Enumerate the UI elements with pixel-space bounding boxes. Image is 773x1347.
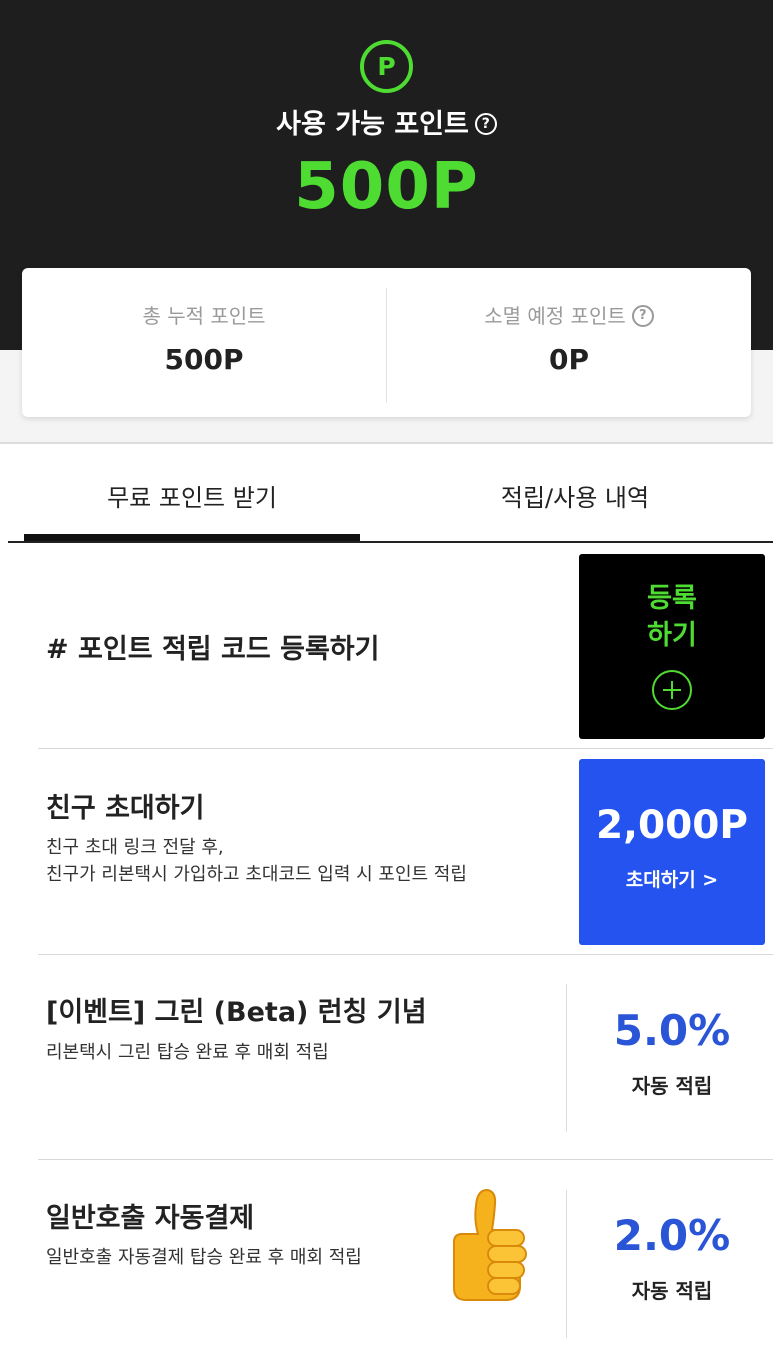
invite-friends-desc: 친구 초대 링크 전달 후, 친구가 리본택시 가입하고 초대코드 입력 시 포… <box>46 834 467 888</box>
row-divider <box>38 748 773 749</box>
thumbs-up-icon <box>453 1188 527 1301</box>
rate-divider <box>566 1190 567 1338</box>
register-code-label: 등록 하기 <box>579 580 765 654</box>
autopay-rate-label: 자동 적립 <box>631 1279 713 1303</box>
expiring-help-icon[interactable]: ? <box>631 304 654 327</box>
event-rate-label: 자동 적립 <box>631 1074 713 1098</box>
expiring-points-label-wrap: 소멸 예정 포인트? <box>387 300 751 329</box>
invite-action-label: 초대하기 > <box>625 869 719 891</box>
tab-history[interactable]: 적립/사용 내역 <box>390 470 760 540</box>
total-points-value: 500P <box>164 343 244 376</box>
help-icon[interactable]: ? <box>474 112 497 135</box>
tab-bar-underline <box>8 541 773 543</box>
point-icon: P <box>360 40 413 93</box>
register-code-button[interactable]: 등록 하기 <box>579 554 765 739</box>
invite-friends-button[interactable]: 2,000P 초대하기 > <box>579 759 765 945</box>
active-tab-indicator <box>24 534 360 541</box>
plus-circle-icon <box>652 670 692 710</box>
event-title: [이벤트] 그린 (Beta) 런칭 기념 <box>46 997 427 1028</box>
autopay-desc: 일반호출 자동결제 탑승 완료 후 매회 적립 <box>46 1247 362 1268</box>
event-desc: 리본택시 그린 탑승 완료 후 매회 적립 <box>46 1042 329 1063</box>
row-divider <box>38 954 773 955</box>
expiring-points-label: 소멸 예정 포인트 <box>484 304 626 328</box>
expiring-points-value: 0P <box>548 343 589 376</box>
section-divider <box>0 442 773 444</box>
autopay-title: 일반호출 자동결제 <box>46 1203 255 1234</box>
available-points-title: 사용 가능 포인트? <box>0 102 773 141</box>
total-points-label: 총 누적 포인트 <box>142 304 266 328</box>
tab-bar: 무료 포인트 받기 적립/사용 내역 <box>8 470 773 544</box>
autopay-rate: 2.0% <box>613 1211 731 1260</box>
invite-desc-line1: 친구 초대 링크 전달 후, <box>46 837 224 858</box>
rate-divider <box>566 984 567 1132</box>
row-divider <box>38 1159 773 1160</box>
event-rate: 5.0% <box>613 1006 731 1055</box>
invite-friends-title: 친구 초대하기 <box>46 793 205 824</box>
available-points-label: 사용 가능 포인트 <box>276 109 469 140</box>
register-label-line1: 등록 <box>647 583 697 614</box>
code-register-title: # 포인트 적립 코드 등록하기 <box>46 634 380 665</box>
expiring-points: 소멸 예정 포인트? 0P <box>387 300 751 376</box>
invite-reward-points: 2,000P <box>596 803 748 848</box>
points-summary-card: 총 누적 포인트 500P 소멸 예정 포인트? 0P <box>22 268 751 417</box>
register-label-line2: 하기 <box>647 620 697 651</box>
invite-desc-line2: 친구가 리본택시 가입하고 초대코드 입력 시 포인트 적립 <box>46 864 467 885</box>
total-points: 총 누적 포인트 500P <box>22 300 386 376</box>
tab-free-points[interactable]: 무료 포인트 받기 <box>24 470 360 540</box>
available-points-amount: 500P <box>294 150 479 224</box>
